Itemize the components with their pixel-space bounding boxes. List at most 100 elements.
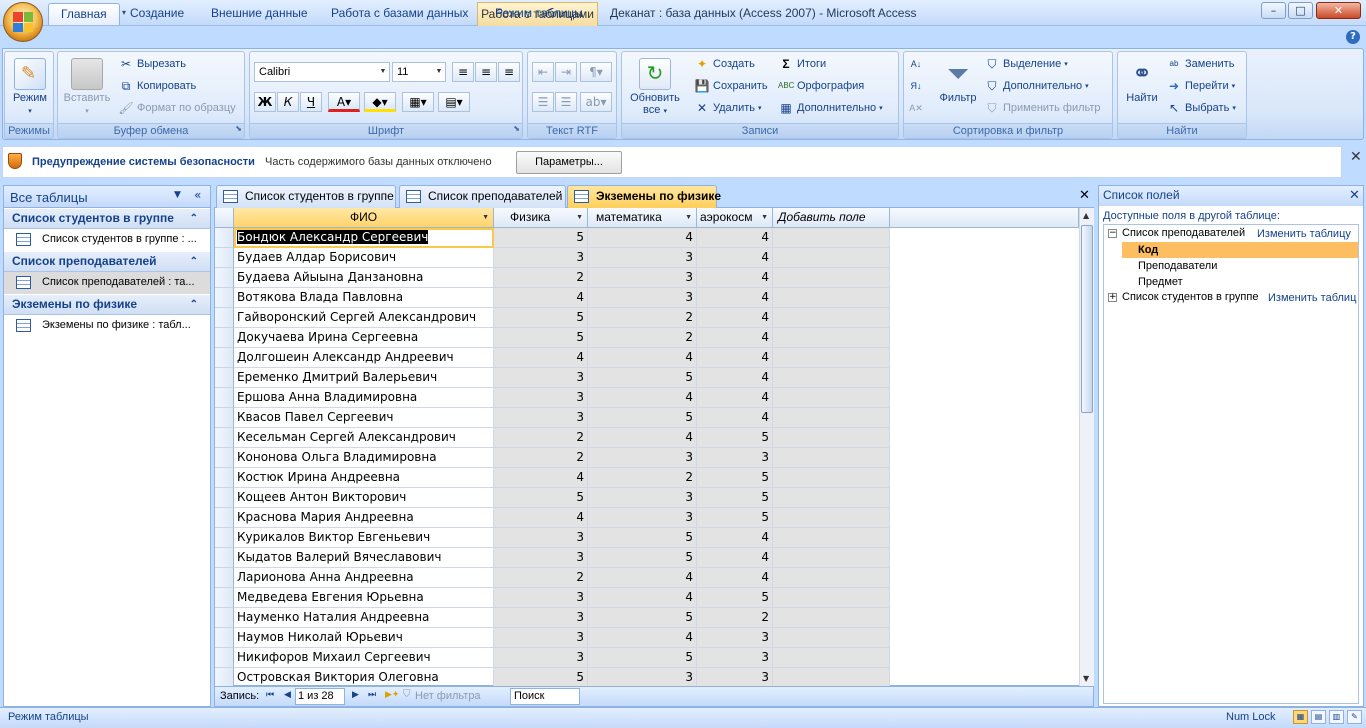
cell-grade[interactable]: 3	[494, 248, 588, 268]
cell-grade[interactable]: 4	[697, 248, 773, 268]
cell-grade[interactable]: 4	[494, 288, 588, 308]
nav-group-students[interactable]: Список студентов в группе ⌃	[4, 209, 210, 229]
row-selector[interactable]	[215, 628, 234, 648]
cell-add-field[interactable]	[773, 468, 890, 488]
dialog-launcher-icon[interactable]: ⬊	[513, 122, 520, 136]
field-item-subject[interactable]: Предмет	[1138, 276, 1183, 288]
cell-fio[interactable]: Бондюк Александр Сергеевич	[234, 228, 494, 248]
pivottable-view-icon[interactable]: ▤	[1311, 710, 1326, 724]
cell-grade[interactable]: 4	[697, 408, 773, 428]
cell-fio[interactable]: Кесельман Сергей Александрович	[234, 428, 494, 448]
cell-add-field[interactable]	[773, 588, 890, 608]
cell-fio[interactable]: Наумов Николай Юрьевич	[234, 628, 494, 648]
cell-add-field[interactable]	[773, 328, 890, 348]
select-button[interactable]: ↖ Выбрать ▾	[1166, 98, 1236, 118]
align-right-icon[interactable]: ≡	[498, 62, 520, 82]
cell-add-field[interactable]	[773, 568, 890, 588]
fill-color-icon[interactable]: ◆▾	[364, 92, 396, 112]
doc-tab-teachers[interactable]: Список преподавателей	[399, 185, 566, 208]
cell-fio[interactable]: Островская Виктория Олеговна	[234, 668, 494, 688]
tab-external-data[interactable]: Внешние данные	[199, 3, 320, 25]
advanced-filter-button[interactable]: ⛉ Дополнительно ▾	[984, 76, 1088, 96]
nav-item-students-table[interactable]: Список студентов в группе : ...	[4, 229, 210, 251]
cell-grade[interactable]: 2	[494, 448, 588, 468]
cell-grade[interactable]: 5	[697, 588, 773, 608]
gridlines-icon[interactable]: ▦▾	[402, 92, 434, 112]
cell-fio[interactable]: Еременко Дмитрий Валерьевич	[234, 368, 494, 388]
help-icon[interactable]: ?	[1346, 30, 1360, 44]
cell-grade[interactable]: 3	[494, 608, 588, 628]
cell-add-field[interactable]	[773, 368, 890, 388]
cell-grade[interactable]: 2	[697, 608, 773, 628]
cell-grade[interactable]: 4	[697, 528, 773, 548]
cell-grade[interactable]: 4	[697, 288, 773, 308]
cell-grade[interactable]: 5	[494, 308, 588, 328]
underline-icon[interactable]: Ч	[300, 92, 322, 112]
maximize-button[interactable]: □	[1288, 2, 1313, 19]
font-family-select[interactable]: Calibri ▼	[254, 62, 390, 82]
cell-grade[interactable]: 3	[494, 588, 588, 608]
cell-grade[interactable]: 4	[697, 228, 773, 248]
column-header-add-field[interactable]: Добавить поле	[773, 208, 890, 228]
cell-grade[interactable]: 5	[588, 648, 697, 668]
security-options-button[interactable]: Параметры...	[516, 151, 622, 174]
tab-database-tools[interactable]: Работа с базами данных	[319, 3, 480, 25]
dialog-launcher-icon[interactable]: ⬊	[235, 122, 242, 136]
tab-datasheet[interactable]: Режим таблицы	[483, 3, 595, 25]
filter-status[interactable]: Нет фильтра	[415, 690, 481, 702]
record-position-input[interactable]: 1 из 28	[295, 688, 345, 705]
close-button[interactable]: ✕	[1316, 2, 1361, 19]
cell-grade[interactable]: 5	[494, 488, 588, 508]
toggle-filter-button[interactable]: ⛉ Применить фильтр	[984, 98, 1100, 118]
cell-add-field[interactable]	[773, 228, 890, 248]
cell-grade[interactable]: 5	[494, 328, 588, 348]
cell-grade[interactable]: 4	[697, 328, 773, 348]
cut-button[interactable]: ✂ Вырезать	[118, 54, 186, 74]
cell-grade[interactable]: 4	[697, 548, 773, 568]
office-button[interactable]	[3, 2, 43, 42]
row-selector[interactable]	[215, 388, 234, 408]
collapse-icon[interactable]: −	[1108, 229, 1117, 238]
cell-grade[interactable]: 3	[588, 268, 697, 288]
cell-add-field[interactable]	[773, 248, 890, 268]
row-selector[interactable]	[215, 308, 234, 328]
row-selector[interactable]	[215, 488, 234, 508]
select-all-corner[interactable]	[215, 208, 234, 228]
pivotchart-view-icon[interactable]: ▥	[1329, 710, 1344, 724]
more-records-button[interactable]: ▦ Дополнительно ▾	[778, 98, 882, 118]
cell-grade[interactable]: 3	[588, 668, 697, 688]
design-view-icon[interactable]: ✎	[1347, 710, 1362, 724]
copy-button[interactable]: ⧉ Копировать	[118, 76, 197, 96]
field-item-teachers[interactable]: Преподаватели	[1138, 260, 1217, 272]
cell-add-field[interactable]	[773, 668, 890, 688]
cell-grade[interactable]: 4	[697, 388, 773, 408]
row-selector[interactable]	[215, 608, 234, 628]
cell-fio[interactable]: Кощеев Антон Викторович	[234, 488, 494, 508]
italic-icon[interactable]: К	[277, 92, 299, 112]
cell-fio[interactable]: Никифоров Михаил Сергеевич	[234, 648, 494, 668]
scrollbar-thumb[interactable]	[1081, 225, 1093, 413]
cell-add-field[interactable]	[773, 608, 890, 628]
cell-grade[interactable]: 4	[588, 388, 697, 408]
cell-add-field[interactable]	[773, 408, 890, 428]
cell-grade[interactable]: 3	[697, 448, 773, 468]
alt-fill-icon[interactable]: ▤▾	[438, 92, 470, 112]
cell-grade[interactable]: 4	[588, 428, 697, 448]
selection-button[interactable]: ⛉ Выделение ▾	[984, 54, 1067, 74]
column-header-fio[interactable]: ФИО ▼	[234, 208, 494, 228]
cell-grade[interactable]: 3	[588, 288, 697, 308]
row-selector[interactable]	[215, 648, 234, 668]
new-record-button[interactable]: ✦ Создать	[694, 54, 755, 74]
first-record-icon[interactable]: ⏮	[266, 690, 274, 700]
cell-fio[interactable]: Кыдатов Валерий Вячеславович	[234, 548, 494, 568]
tab-home[interactable]: Главная	[48, 3, 120, 25]
cell-grade[interactable]: 5	[697, 428, 773, 448]
cell-grade[interactable]: 3	[588, 508, 697, 528]
cell-add-field[interactable]	[773, 308, 890, 328]
doc-tab-physics[interactable]: Экземены по физике	[567, 185, 721, 208]
close-icon[interactable]: ✕	[1349, 188, 1360, 203]
cell-grade[interactable]: 3	[588, 488, 697, 508]
prev-record-icon[interactable]: ◀	[284, 690, 291, 700]
cell-add-field[interactable]	[773, 528, 890, 548]
format-painter-button[interactable]: 🖌 Формат по образцу	[118, 98, 235, 118]
